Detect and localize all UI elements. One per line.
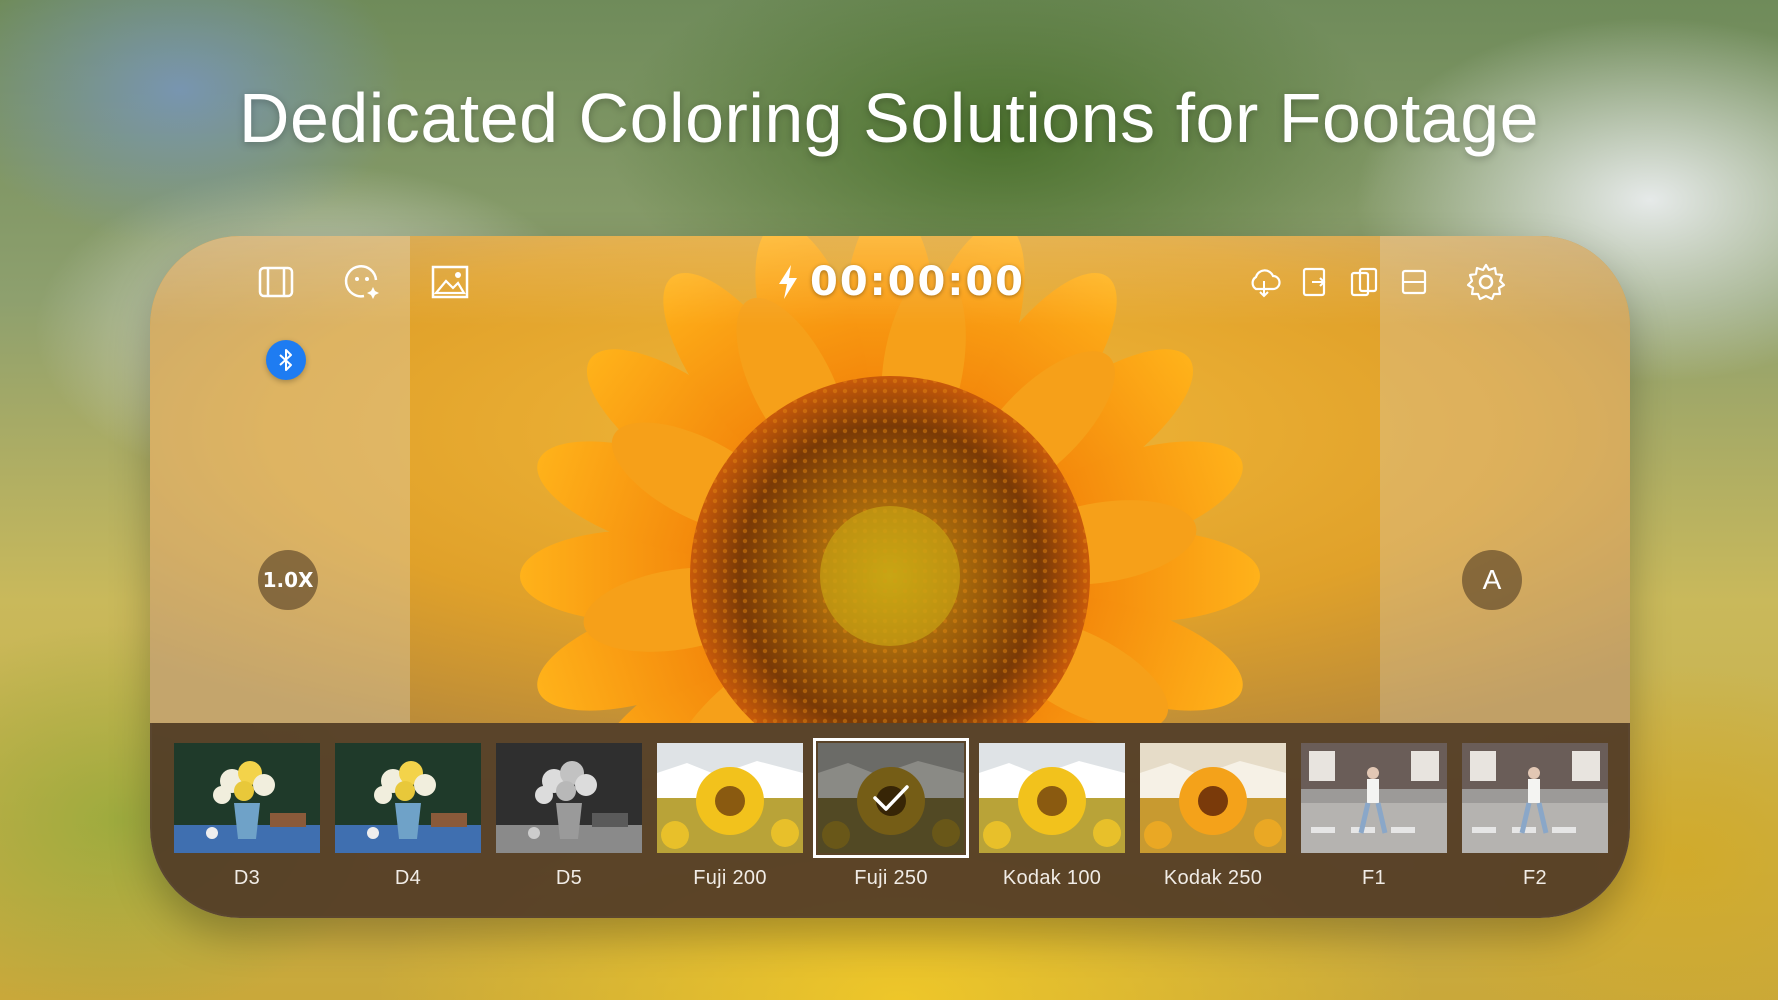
filter-thumbnail[interactable] [1140, 743, 1286, 853]
bluetooth-icon [279, 349, 292, 371]
filter-thumbnail[interactable] [979, 743, 1125, 853]
filter-item[interactable]: D5 [496, 743, 642, 890]
settings-icon[interactable] [1464, 260, 1508, 304]
import-icon[interactable] [1292, 260, 1336, 304]
filter-item[interactable]: Kodak 100 [979, 743, 1125, 890]
timer-value: 00:00:00 [810, 259, 1025, 305]
copy-icon[interactable] [1342, 260, 1386, 304]
auto-mode-button[interactable]: A [1462, 550, 1522, 610]
gallery-icon[interactable] [428, 260, 472, 304]
face-effects-icon[interactable] [340, 260, 384, 304]
lightning-icon[interactable] [776, 263, 800, 301]
filter-label: D3 [233, 867, 261, 889]
filter-label: D4 [394, 867, 422, 889]
filter-thumbnail[interactable] [657, 743, 803, 853]
camera-screen: 00:00:00 1.0X A D3 D4 D5 Fuji 200 Fuji 250 Ko… [150, 236, 1630, 918]
filter-thumbnail[interactable] [335, 743, 481, 853]
filter-item[interactable]: Fuji 200 [657, 743, 803, 890]
viewfinder[interactable]: 00:00:00 1.0X A [150, 236, 1630, 723]
aspect-ratio-icon[interactable] [1392, 260, 1436, 304]
film-frame-icon[interactable] [254, 260, 298, 304]
filter-thumbnail[interactable] [496, 743, 642, 853]
cloud-icon[interactable] [1242, 260, 1286, 304]
filter-label: F2 [1523, 867, 1547, 889]
filter-thumbnail[interactable] [1301, 743, 1447, 853]
zoom-button[interactable]: 1.0X [258, 550, 318, 610]
filter-strip: D3 D4 D5 Fuji 200 Fuji 250 Kodak 100 Kodak 250… [150, 723, 1630, 918]
filter-label: Fuji 250 [854, 867, 928, 889]
checkmark-icon [818, 743, 964, 853]
filter-item[interactable]: D4 [335, 743, 481, 890]
filter-label: F1 [1362, 867, 1386, 889]
filter-item[interactable]: Fuji 250 [813, 738, 969, 890]
filter-label: Kodak 250 [1163, 867, 1263, 889]
recording-timer: 00:00:00 [776, 254, 1025, 310]
filter-label: D5 [555, 867, 583, 889]
filter-thumbnail[interactable] [1462, 743, 1608, 853]
filter-thumbnail[interactable] [174, 743, 320, 853]
filter-item[interactable]: F1 [1301, 743, 1447, 890]
filter-item[interactable]: F2 [1462, 743, 1608, 890]
bluetooth-button[interactable] [266, 340, 306, 380]
filter-item[interactable]: D3 [174, 743, 320, 890]
filter-thumbnail[interactable] [813, 738, 969, 858]
filter-item[interactable]: Kodak 250 [1140, 743, 1286, 890]
headline: Dedicated Coloring Solutions for Footage [238, 79, 1540, 157]
filter-label: Fuji 200 [693, 867, 767, 889]
filter-label: Kodak 100 [1002, 867, 1102, 889]
